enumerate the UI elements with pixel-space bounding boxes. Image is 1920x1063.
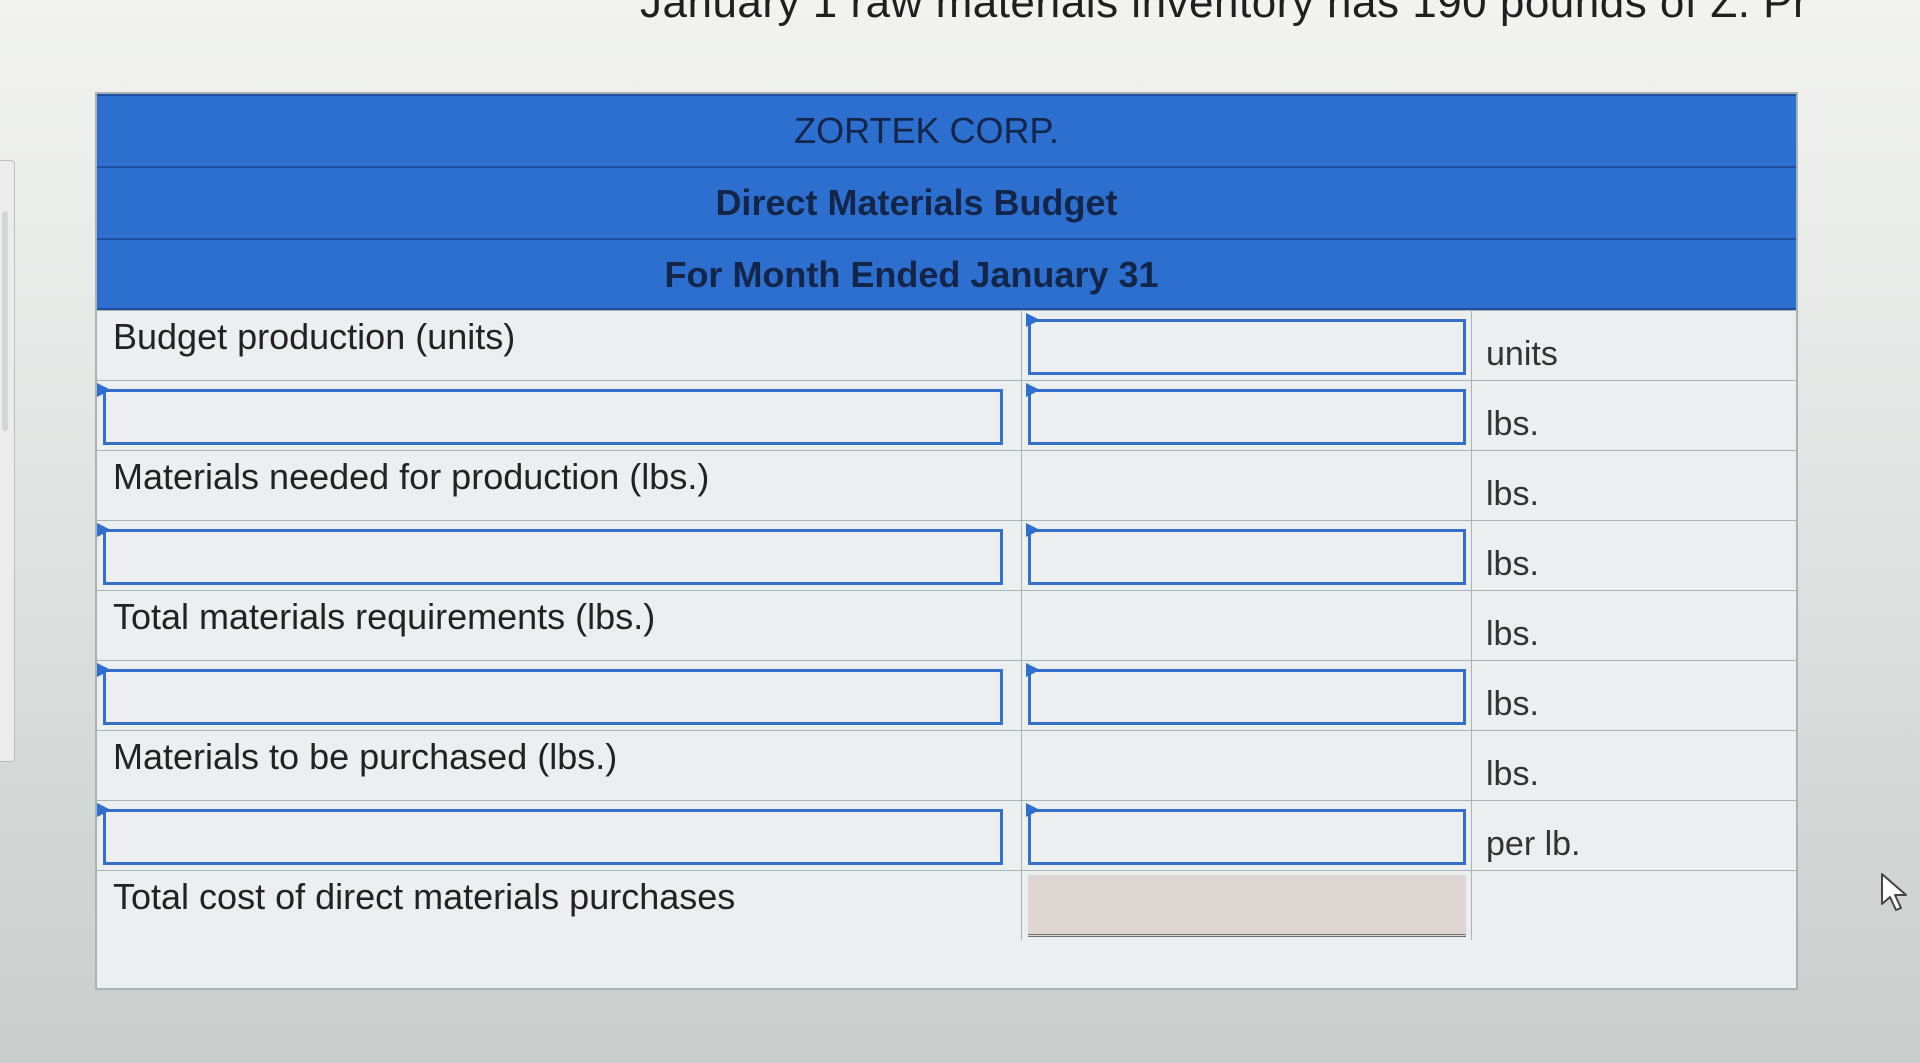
row-label-total-cost: Total cost of direct materials purchases [97, 871, 1022, 940]
unit-label: lbs. [1486, 755, 1539, 793]
add-line-label-input[interactable] [103, 529, 1003, 585]
unit-label: lbs. [1486, 685, 1539, 723]
cost-per-lb-label-input[interactable] [103, 809, 1003, 865]
row-marker-icon [97, 803, 111, 817]
side-panel-grip [2, 211, 8, 431]
budget-title-header: Direct Materials Budget [97, 166, 1796, 238]
row-cost-per-lb: per lb. [97, 800, 1796, 870]
mouse-pointer-icon [1881, 873, 1907, 911]
direct-materials-budget-form: ZORTEK CORP. Direct Materials Budget For… [95, 92, 1798, 990]
value-cell-blank-add [1022, 521, 1472, 590]
row-materials-purchased: Materials to be purchased (lbs.) lbs. [97, 730, 1796, 800]
unit-label: lbs. [1486, 615, 1539, 653]
cost-per-lb-amount-input[interactable] [1028, 809, 1466, 865]
value-cell-total-cost [1022, 871, 1472, 940]
row-blank-add: lbs. [97, 520, 1796, 590]
unit-label: lbs. [1486, 545, 1539, 583]
row-marker-icon [97, 383, 111, 397]
label-cell-cost-per-lb [97, 801, 1022, 870]
label-cell-blank-add [97, 521, 1022, 590]
unit-label: lbs. [1486, 475, 1539, 513]
row-materials-per-unit: lbs. [97, 380, 1796, 450]
row-marker-icon [97, 663, 111, 677]
row-label-budget-production: Budget production (units) [97, 311, 1022, 380]
unit-label: units [1486, 335, 1558, 373]
less-line-label-input[interactable] [103, 669, 1003, 725]
row-marker-icon [1026, 383, 1040, 397]
materials-per-unit-label-input[interactable] [103, 389, 1003, 445]
value-cell-blank-less [1022, 661, 1472, 730]
row-total-requirements: Total materials requirements (lbs.) lbs. [97, 590, 1796, 660]
add-line-amount-input[interactable] [1028, 529, 1466, 585]
value-cell-total-requirements[interactable] [1022, 591, 1472, 660]
row-materials-needed: Materials needed for production (lbs.) l… [97, 450, 1796, 520]
row-label-total-requirements: Total materials requirements (lbs.) [97, 591, 1022, 660]
company-header: ZORTEK CORP. [97, 94, 1796, 166]
instruction-text: January 1 raw materials inventory has 19… [640, 0, 1809, 27]
total-cost-amount-field[interactable] [1028, 875, 1466, 937]
row-label-materials-purchased: Materials to be purchased (lbs.) [97, 731, 1022, 800]
row-marker-icon [1026, 523, 1040, 537]
value-cell-materials-per-unit [1022, 381, 1472, 450]
materials-per-unit-amount-input[interactable] [1028, 389, 1466, 445]
label-cell-materials-per-unit [97, 381, 1022, 450]
row-marker-icon [97, 523, 111, 537]
value-cell-materials-purchased[interactable] [1022, 731, 1472, 800]
company-name: ZORTEK CORP. [794, 110, 1059, 151]
period-header: For Month Ended January 31 [97, 238, 1796, 310]
row-marker-icon [1026, 313, 1040, 327]
less-line-amount-input[interactable] [1028, 669, 1466, 725]
unit-label [1472, 871, 1796, 940]
row-budget-production: Budget production (units) units [97, 310, 1796, 380]
budget-title: Direct Materials Budget [715, 182, 1118, 223]
value-cell-budget-production [1022, 311, 1472, 380]
row-blank-less: lbs. [97, 660, 1796, 730]
row-marker-icon [1026, 803, 1040, 817]
budget-period: For Month Ended January 31 [664, 254, 1159, 295]
row-marker-icon [1026, 663, 1040, 677]
budget-production-input[interactable] [1028, 319, 1466, 375]
side-panel-tab[interactable] [0, 160, 15, 762]
value-cell-cost-per-lb [1022, 801, 1472, 870]
value-cell-materials-needed[interactable] [1022, 451, 1472, 520]
row-label-materials-needed: Materials needed for production (lbs.) [97, 451, 1022, 520]
row-total-cost: Total cost of direct materials purchases [97, 870, 1796, 940]
label-cell-blank-less [97, 661, 1022, 730]
unit-label: lbs. [1486, 405, 1539, 443]
unit-label: per lb. [1486, 825, 1581, 863]
